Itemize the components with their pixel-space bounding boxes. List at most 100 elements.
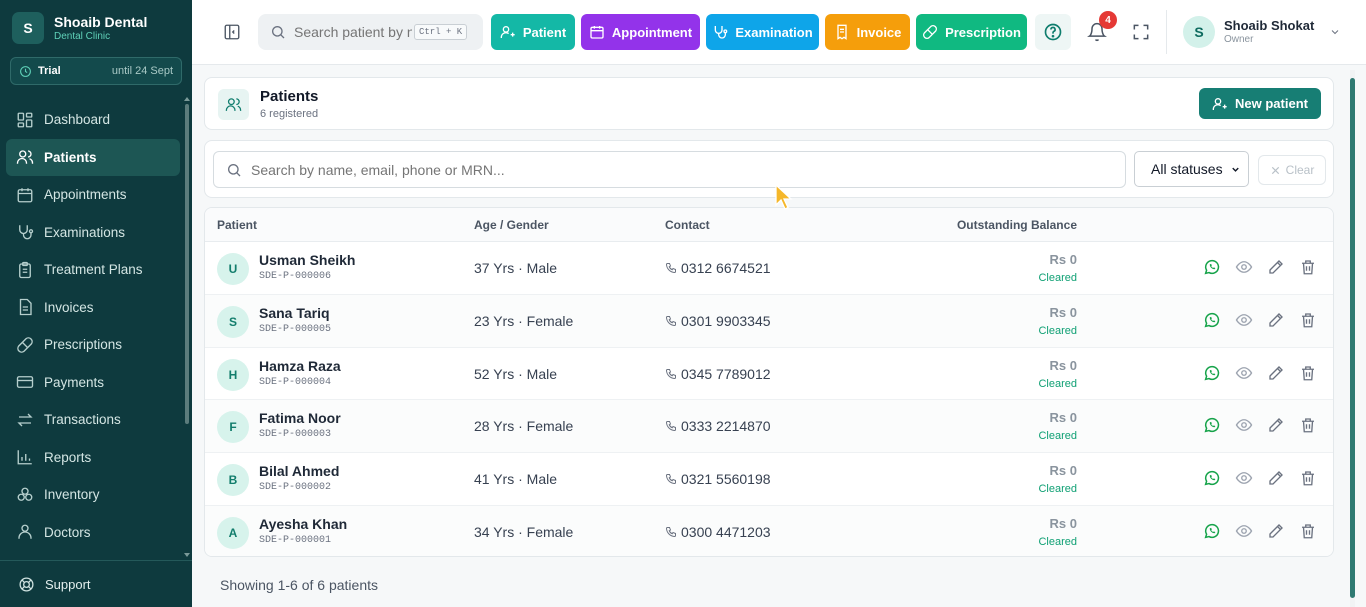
patient-name[interactable]: Sana Tariq (259, 305, 330, 321)
table-row[interactable]: B Bilal Ahmed SDE-P-000002 41 Yrs · Male 032… (205, 453, 1333, 506)
delete-icon[interactable] (1299, 469, 1317, 487)
support-link[interactable]: Support (0, 560, 192, 607)
column-header-balance[interactable]: Outstanding Balance (957, 218, 1077, 232)
patient-phone: 0333 2214870 (681, 418, 771, 435)
sidebar-item-inventory[interactable]: Inventory (6, 476, 180, 514)
delete-icon[interactable] (1299, 311, 1317, 329)
edit-icon[interactable] (1267, 469, 1285, 487)
status-select[interactable]: All statuses (1134, 151, 1249, 187)
sidebar-scrollbar[interactable] (185, 104, 189, 424)
table-row[interactable]: S Sana Tariq SDE-P-000005 23 Yrs · Female 03… (205, 294, 1333, 348)
patient-name[interactable]: Bilal Ahmed (259, 463, 339, 479)
whatsapp-icon[interactable] (1203, 416, 1221, 434)
whatsapp-icon[interactable] (1203, 311, 1221, 329)
sidebar-item-patients[interactable]: Patients (6, 138, 180, 176)
trial-banner[interactable]: Trial until 24 Sept (10, 57, 182, 85)
quick-add-patient-button[interactable]: Patient (491, 14, 575, 50)
sidebar-item-prescriptions[interactable]: Prescriptions (6, 326, 180, 364)
sidebar-toggle-button[interactable] (223, 23, 241, 41)
edit-icon[interactable] (1267, 364, 1285, 382)
boxes-icon (17, 487, 33, 501)
whatsapp-icon[interactable] (1203, 469, 1221, 487)
whatsapp-icon[interactable] (1203, 364, 1221, 382)
table-row[interactable]: U Usman Sheikh SDE-P-000006 37 Yrs · Male 03… (205, 242, 1333, 295)
row-actions (1203, 522, 1317, 540)
sidebar-scroll-up[interactable] (184, 97, 190, 101)
patient-search[interactable] (213, 151, 1126, 188)
patient-phone: 0312 6674521 (681, 260, 771, 276)
delete-icon[interactable] (1299, 364, 1317, 382)
main-scrollbar-thumb[interactable] (1350, 78, 1355, 598)
patient-contact: 0333 2214870 (665, 418, 771, 434)
sidebar-item-appointments[interactable]: Appointments (6, 176, 180, 214)
patient-balance: Rs 0 (1049, 252, 1077, 267)
notifications-button[interactable]: 4 (1079, 11, 1117, 50)
table-row[interactable]: H Hamza Raza SDE-P-000004 52 Yrs · Male 0345… (205, 348, 1333, 401)
balance-status: Cleared (1038, 483, 1077, 496)
sidebar-item-payments[interactable]: Payments (6, 364, 180, 402)
quick-add-invoice-button[interactable]: Invoice (825, 14, 910, 50)
sidebar-item-reports[interactable]: Reports (6, 439, 180, 477)
patient-mrn: SDE-P-000003 (259, 429, 332, 441)
sidebar-item-label: Reports (44, 449, 92, 465)
patient-name[interactable]: Usman Sheikh (259, 252, 355, 268)
delete-icon[interactable] (1299, 522, 1317, 540)
new-patient-button[interactable]: New patient (1199, 88, 1321, 119)
sidebar-item-examinations[interactable]: Examinations (6, 214, 180, 252)
edit-icon[interactable] (1267, 258, 1285, 276)
clear-filters-button[interactable]: Clear (1258, 155, 1326, 185)
view-icon[interactable] (1235, 416, 1253, 434)
sidebar-item-transactions[interactable]: Transactions (6, 401, 180, 439)
column-header-contact[interactable]: Contact (665, 218, 710, 232)
patient-name[interactable]: Hamza Raza (259, 358, 341, 374)
patient-phone: 0321 5560198 (681, 471, 771, 488)
view-icon[interactable] (1235, 469, 1253, 487)
patient-name[interactable]: Fatima Noor (259, 410, 341, 426)
whatsapp-icon[interactable] (1203, 522, 1221, 540)
global-search-input[interactable] (294, 24, 412, 40)
chevron-down-icon (1232, 167, 1239, 172)
edit-icon[interactable] (1267, 416, 1285, 434)
view-icon[interactable] (1235, 258, 1253, 276)
table-row[interactable]: F Fatima Noor SDE-P-000003 28 Yrs · Female 0… (205, 400, 1333, 454)
patient-avatar: F (217, 411, 249, 444)
patient-mrn: SDE-P-000006 (259, 271, 332, 282)
view-icon[interactable] (1235, 364, 1253, 382)
topbar-divider (1166, 10, 1167, 54)
whatsapp-icon[interactable] (1203, 258, 1221, 276)
panel-left-icon (224, 24, 240, 40)
table-row[interactable]: A Ayesha Khan SDE-P-000001 34 Yrs · Female 0… (205, 505, 1333, 556)
user-menu[interactable]: S Shoaib Shokat Owner (1183, 16, 1341, 48)
patient-balance: Rs 0 (1049, 357, 1077, 373)
patient-name[interactable]: Ayesha Khan (259, 516, 347, 532)
sidebar-item-dashboard[interactable]: Dashboard (6, 101, 180, 139)
quick-add-prescription-button[interactable]: Prescription (916, 14, 1027, 50)
patient-age-gender: 52 Yrs · Male (474, 365, 557, 382)
sidebar-item-invoices[interactable]: Invoices (6, 289, 180, 327)
delete-icon[interactable] (1299, 416, 1317, 434)
main-scrollbar[interactable] (1350, 70, 1355, 607)
page-title: Patients (260, 88, 319, 105)
sidebar-scroll-down[interactable] (184, 553, 190, 557)
delete-icon[interactable] (1299, 258, 1317, 276)
edit-icon[interactable] (1267, 311, 1285, 329)
fullscreen-button[interactable] (1123, 14, 1159, 50)
mouse-cursor-icon (775, 183, 793, 210)
help-button[interactable] (1035, 14, 1071, 50)
view-icon[interactable] (1235, 522, 1253, 540)
quick-add-examination-button[interactable]: Examination (706, 14, 819, 50)
edit-icon[interactable] (1267, 522, 1285, 540)
view-icon[interactable] (1235, 311, 1253, 329)
sidebar-item-treatment-plans[interactable]: Treatment Plans (6, 251, 180, 289)
support-label: Support (45, 576, 91, 592)
pagination-summary: Showing 1-6 of 6 patients (220, 577, 378, 593)
patient-search-input[interactable] (251, 161, 1111, 178)
quick-add-appointment-button[interactable]: Appointment (581, 14, 700, 50)
brand[interactable]: S Shoaib Dental Dental Clinic (12, 12, 147, 44)
global-search[interactable]: Ctrl + K (258, 14, 483, 50)
sidebar-item-doctors[interactable]: Doctors (6, 514, 180, 552)
column-header-age-gender[interactable]: Age / Gender (474, 218, 549, 232)
column-header-patient[interactable]: Patient (217, 218, 257, 232)
sidebar-item-label: Treatment Plans (44, 262, 143, 278)
fullscreen-icon (1133, 24, 1149, 40)
